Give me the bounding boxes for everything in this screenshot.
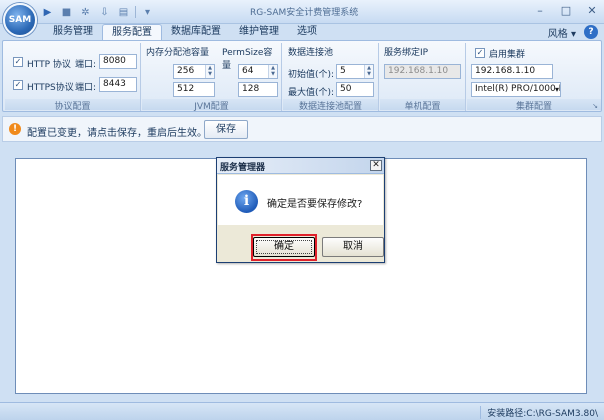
dialog-close-icon[interactable]: ✕: [370, 160, 382, 171]
connection-pool-group: 数据连接池 初始值(个): 5 ▲ ▼ 最大值(个): 50 数据连接池配置: [283, 43, 379, 112]
dialog-button-row: 确定 取消: [217, 228, 384, 262]
memory-max-input[interactable]: 512: [173, 82, 215, 97]
memory-pool-heading: 内存分配池容量: [146, 48, 210, 58]
initial-value-text: 5: [340, 66, 346, 76]
tab-database-config[interactable]: 数据库配置: [162, 24, 230, 40]
https-port-label: 端口:: [75, 83, 97, 93]
http-port-input[interactable]: 8080: [99, 54, 137, 69]
uninstall-icon[interactable]: ▤: [116, 5, 131, 20]
max-value-label: 最大值(个):: [288, 88, 335, 98]
http-checkbox[interactable]: ✓: [13, 57, 23, 67]
cancel-button[interactable]: 取消: [322, 237, 384, 257]
help-icon[interactable]: ?: [584, 25, 598, 39]
dialog-body: i 确定是否要保存修改?: [218, 175, 383, 225]
network-adapter-value: Intel(R) PRO/1000 M: [475, 84, 561, 94]
style-menu[interactable]: 风格 ▾: [548, 25, 576, 40]
dropdown-arrow-icon: ▾: [554, 85, 559, 94]
tab-maintenance[interactable]: 维护管理: [230, 24, 288, 40]
http-protocol-label: HTTP 协议: [27, 60, 71, 70]
dialog-title-bar: 服务管理器 ✕: [217, 158, 384, 174]
standalone-group-caption: 单机配置: [380, 99, 465, 112]
jvm-group-caption: JVM配置: [142, 99, 281, 112]
http-port-label: 端口:: [75, 60, 97, 70]
memory-min-value: 256: [177, 66, 195, 76]
confirm-dialog: 服务管理器 ✕ i 确定是否要保存修改? 确定 取消: [216, 157, 385, 263]
toolbar-separator: [135, 6, 136, 18]
window-title: RG-SAM安全计费管理系统: [250, 8, 359, 18]
tab-options[interactable]: 选项: [288, 24, 326, 40]
customize-toolbar-icon[interactable]: ▾: [140, 5, 155, 20]
save-button[interactable]: 保存: [204, 120, 248, 139]
jvm-config-group: 内存分配池容量 PermSize容量 256 ▲ ▼ 512 64 ▲ ▼ 128 …: [142, 43, 282, 112]
start-service-icon[interactable]: ▶: [40, 5, 55, 20]
app-menu-button[interactable]: SAM: [3, 3, 37, 37]
tab-service-management[interactable]: 服务管理: [44, 24, 102, 40]
permsize-max-input[interactable]: 128: [238, 82, 278, 97]
memory-min-input[interactable]: 256 ▲ ▼: [173, 64, 215, 79]
enable-cluster-label: 启用集群: [489, 50, 526, 60]
tab-service-config[interactable]: 服务配置: [102, 24, 162, 40]
title-bar: ▶ ■ ✲ ⇩ ▤ ▾ RG-SAM安全计费管理系统 – □ ✕: [0, 0, 604, 24]
protocol-config-group: ✓ HTTP 协议 端口: 8080 ✓ HTTPS协议 端口: 8443 协议…: [5, 43, 141, 112]
permsize-min-value: 64: [242, 66, 254, 76]
cluster-config-group: ✓ 启用集群 192.168.1.10 Intel(R) PRO/1000 M …: [467, 43, 601, 112]
status-bar: 安装路径:C:\RG-SAM3.80\: [0, 402, 604, 420]
bind-ip-heading: 服务绑定IP: [384, 48, 429, 58]
network-adapter-select[interactable]: Intel(R) PRO/1000 M ▾: [471, 82, 561, 97]
stop-service-icon[interactable]: ■: [59, 5, 74, 20]
close-icon[interactable]: ✕: [584, 3, 600, 19]
connection-pool-heading: 数据连接池: [288, 48, 334, 58]
permsize-min-spinner[interactable]: ▲ ▼: [268, 65, 277, 78]
install-path: 安装路径:C:\RG-SAM3.80\: [480, 406, 598, 419]
dialog-launcher-icon[interactable]: ↘: [591, 102, 599, 110]
dialog-title: 服务管理器: [220, 163, 266, 173]
memory-min-spinner[interactable]: ▲ ▼: [205, 65, 214, 78]
pool-group-caption: 数据连接池配置: [283, 99, 378, 112]
ribbon-panel: ✓ HTTP 协议 端口: 8080 ✓ HTTPS协议 端口: 8443 协议…: [2, 40, 602, 112]
max-value-input[interactable]: 50: [336, 82, 374, 97]
window-controls: – □ ✕: [532, 3, 600, 19]
standalone-config-group: 服务绑定IP 192.168.1.10 单机配置: [380, 43, 466, 112]
notification-bar: ! 配置已变更，请点击保存，重启后生效。 保存: [2, 116, 602, 142]
settings-icon[interactable]: ✲: [78, 5, 93, 20]
initial-value-input[interactable]: 5 ▲ ▼: [336, 64, 374, 79]
https-protocol-label: HTTPS协议: [27, 83, 74, 93]
cluster-ip-input[interactable]: 192.168.1.10: [471, 64, 553, 79]
protocol-group-caption: 协议配置: [5, 99, 140, 112]
minimize-icon[interactable]: –: [532, 3, 548, 19]
initial-value-spinner[interactable]: ▲ ▼: [364, 65, 373, 78]
warning-icon: !: [9, 123, 21, 135]
notification-text: 配置已变更，请点击保存，重启后生效。: [27, 128, 207, 139]
install-icon[interactable]: ⇩: [97, 5, 112, 20]
info-icon: i: [235, 190, 258, 213]
cluster-group-caption: 集群配置: [467, 99, 601, 112]
enable-cluster-checkbox[interactable]: ✓: [475, 48, 485, 58]
permsize-min-input[interactable]: 64 ▲ ▼: [238, 64, 278, 79]
initial-value-label: 初始值(个):: [288, 70, 335, 80]
dialog-message: 确定是否要保存修改?: [267, 199, 363, 210]
https-checkbox[interactable]: ✓: [13, 80, 23, 90]
maximize-icon[interactable]: □: [558, 3, 574, 19]
quick-access-toolbar: ▶ ■ ✲ ⇩ ▤ ▾: [40, 4, 155, 20]
https-port-input[interactable]: 8443: [99, 77, 137, 92]
ok-button[interactable]: 确定: [253, 237, 315, 257]
ribbon-tabs: 服务管理 服务配置 数据库配置 维护管理 选项: [44, 24, 326, 40]
bind-ip-input: 192.168.1.10: [384, 64, 461, 79]
